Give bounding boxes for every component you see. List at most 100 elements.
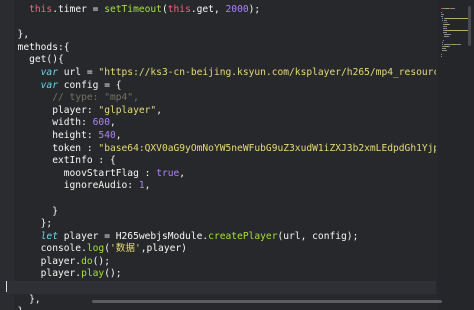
minimap-mark <box>442 22 449 23</box>
code-token: play <box>81 268 105 280</box>
minimap-mark <box>445 50 447 51</box>
code-token: this <box>29 4 53 15</box>
minimap-mark <box>445 18 470 19</box>
code-token: player = H265webjsModule. <box>57 230 209 242</box>
minimap-mark <box>442 32 447 33</box>
minimap-mark <box>441 16 444 17</box>
code-line[interactable]: ignoreAudio: 1, <box>6 180 436 193</box>
code-token: config = { <box>57 79 122 91</box>
code-token: ); <box>248 4 261 15</box>
code-token: get(){ <box>6 54 64 66</box>
code-line[interactable]: methods:{ <box>6 42 436 55</box>
code-line[interactable]: player.do(); <box>6 256 436 269</box>
code-line[interactable]: extInfo : { <box>6 155 436 168</box>
code-token: "https://ks3-cn-beijing.ksyun.com/ksplay… <box>98 66 436 78</box>
minimap-mark <box>447 46 451 47</box>
code-token: url = <box>57 66 99 78</box>
code-line[interactable]: token : "base64:QXV0aG9yOmNoYW5neWFubG9u… <box>6 143 436 156</box>
code-line[interactable]: }, <box>6 29 436 42</box>
code-token: (); <box>92 255 110 267</box>
minimap-mark <box>456 44 462 45</box>
code-token: } <box>6 205 58 217</box>
minimap-mark <box>450 34 452 35</box>
code-token: this <box>167 4 191 15</box>
minimap-mark <box>445 48 447 49</box>
minimap-mark <box>440 12 442 13</box>
code-line[interactable]: height: 540, <box>6 130 436 143</box>
minimap-mark <box>440 56 442 57</box>
code-token: , <box>156 104 162 116</box>
code-token: console. <box>6 243 87 255</box>
minimap-mark <box>443 20 447 21</box>
minimap-mark <box>454 8 455 9</box>
minimap-mark <box>448 36 450 37</box>
minimap-mark <box>440 14 444 15</box>
code-token: height: <box>6 129 99 141</box>
minimap-mark <box>442 40 444 41</box>
code-line[interactable]: width: 600, <box>6 117 436 130</box>
code-line[interactable] <box>6 281 436 294</box>
code-line[interactable]: } <box>6 306 436 310</box>
code-token: methods:{ <box>6 41 70 53</box>
code-token: var <box>40 79 58 91</box>
code-token: , <box>144 180 151 192</box>
code-token: , <box>109 117 116 129</box>
code-line[interactable]: player: "glplayer", <box>6 105 436 118</box>
code-token: setTimeout <box>104 4 162 15</box>
code-token: width: <box>6 117 93 129</box>
code-line[interactable]: }; <box>6 218 436 231</box>
code-line[interactable]: var url = "https://ks3-cn-beijing.ksyun.… <box>6 67 436 80</box>
vertical-scrollbar[interactable] <box>468 6 471 46</box>
code-line[interactable]: moovStartFlag : true, <box>6 168 436 181</box>
code-token: do <box>81 255 93 267</box>
code-token: player: <box>6 104 99 116</box>
code-token: (); <box>104 268 122 280</box>
code-token: 540 <box>98 129 116 141</box>
code-token: player. <box>6 255 82 267</box>
code-token: }, <box>6 293 41 305</box>
code-token: , <box>179 167 186 179</box>
code-token: moovStartFlag : <box>6 167 157 179</box>
code-line[interactable]: var config = { <box>6 80 436 93</box>
code-token: .timer = <box>52 4 105 15</box>
code-token: "glplayer" <box>98 104 157 116</box>
code-token: let <box>40 230 58 242</box>
code-token: , <box>115 129 122 141</box>
code-token: '数据' <box>109 243 141 255</box>
code-line[interactable]: player.play(); <box>6 268 436 281</box>
code-token: }, <box>6 29 30 41</box>
code-line[interactable]: this.timer = setTimeout(this.get, 2000); <box>6 4 436 17</box>
code-line[interactable]: let player = H265webjsModule.createPlaye… <box>6 231 436 244</box>
minimap-mark <box>443 44 453 45</box>
code-token: 2000 <box>225 4 249 15</box>
code-line[interactable]: get(){ <box>6 54 436 67</box>
code-token: (url, config); <box>277 230 359 242</box>
code-token: true <box>156 167 180 179</box>
code-token: var <box>40 66 58 78</box>
code-line[interactable]: } <box>6 206 436 219</box>
minimap-mark <box>448 24 450 25</box>
minimap[interactable] <box>438 0 474 310</box>
minimap-mark <box>442 42 444 43</box>
code-token: createPlayer <box>208 230 278 242</box>
code-token: extInfo : { <box>6 155 116 167</box>
code-line[interactable] <box>6 17 436 30</box>
code-line[interactable]: // type: "mp4", <box>6 92 436 105</box>
text-cursor <box>6 281 7 293</box>
code-token: log <box>86 243 105 255</box>
code-token: 600 <box>92 117 110 129</box>
code-token: "base64:QXV0aG9yOmNoYW5neWFubG9uZ3xudW1i… <box>98 142 436 154</box>
code-line[interactable]: console.log('数据',player) <box>6 243 436 256</box>
code-line[interactable] <box>6 193 436 206</box>
code-token: // type: "mp4", <box>52 92 139 104</box>
horizontal-scrollbar[interactable] <box>92 300 442 303</box>
code-area[interactable]: this.timer = setTimeout(this.get, 2000);… <box>6 4 436 310</box>
minimap-mark <box>441 54 443 55</box>
minimap-mark <box>445 30 470 31</box>
code-editor[interactable]: this.timer = setTimeout(this.get, 2000);… <box>0 0 474 310</box>
code-token: }; <box>6 218 53 230</box>
